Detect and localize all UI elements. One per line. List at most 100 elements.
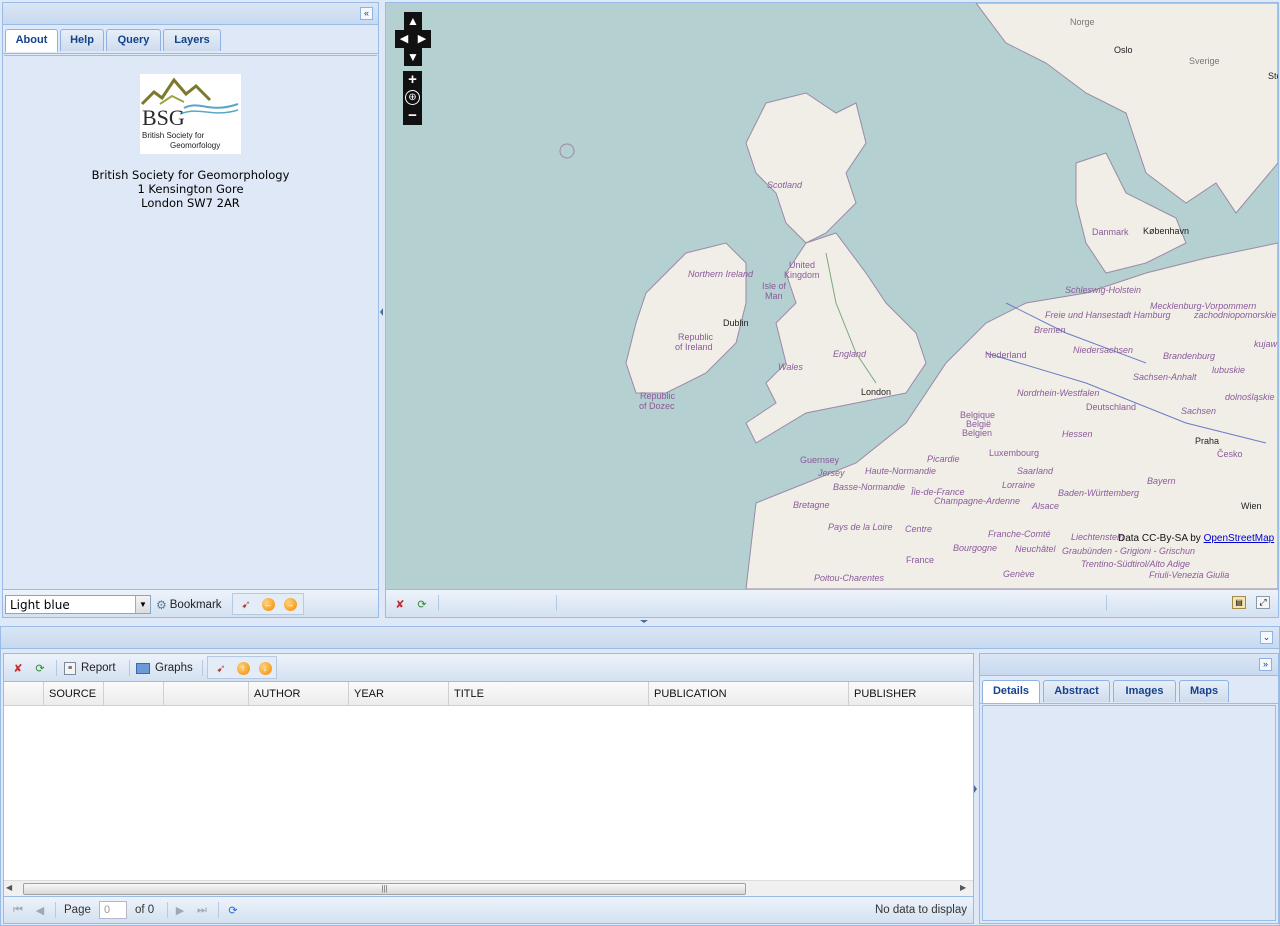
toolbar-separator: [202, 660, 203, 676]
map-label-picardie: Picardie: [927, 454, 960, 464]
tab-maps[interactable]: Maps: [1179, 680, 1229, 702]
toolbar-separator: [167, 902, 168, 918]
clear-results-icon[interactable]: ✘: [10, 660, 26, 676]
tab-query[interactable]: Query: [106, 29, 161, 51]
move-down-button[interactable]: ↓: [257, 660, 273, 676]
refresh-map-icon[interactable]: ⟳: [414, 596, 430, 612]
collapse-south-button[interactable]: ⌄: [1260, 631, 1273, 644]
page-total: of 0: [135, 904, 155, 916]
graphs-label: Graphs: [155, 662, 193, 674]
grid-body: [4, 706, 973, 880]
org-city: London SW7 2AR: [141, 196, 240, 210]
chevron-down-icon[interactable]: ▼: [135, 596, 150, 613]
tab-images[interactable]: Images: [1113, 680, 1176, 702]
next-extent-button[interactable]: →: [282, 596, 298, 612]
map-viewport[interactable]: Norge Oslo Sverige Sto Scotland United K…: [386, 3, 1278, 589]
pan-right-button[interactable]: ▶: [413, 30, 431, 48]
map-label-sverige: Sverige: [1189, 56, 1220, 66]
toolbar-separator: [56, 660, 57, 676]
rocket-icon[interactable]: ➹: [213, 660, 229, 676]
zoom-world-button[interactable]: ⊕: [405, 90, 420, 105]
toolbar-separator: [218, 902, 219, 918]
zoom-in-button[interactable]: +: [403, 71, 422, 89]
tab-layers[interactable]: Layers: [163, 29, 221, 51]
map-label-belgien: Belgien: [962, 428, 993, 438]
col-header-publisher[interactable]: PUBLISHER: [849, 682, 973, 706]
col-header-publication[interactable]: PUBLICATION: [649, 682, 849, 706]
detail-tabstrip: Details Abstract Images Maps: [980, 680, 1278, 704]
map-label-sachsen-anhalt: Sachsen-Anhalt: [1133, 372, 1197, 382]
detail-splitter[interactable]: [974, 777, 978, 801]
toolbar-separator: [556, 595, 557, 611]
graphs-icon: [136, 662, 150, 674]
move-up-button[interactable]: ↑: [235, 660, 251, 676]
west-splitter[interactable]: [380, 300, 384, 324]
scroll-thumb[interactable]: |||: [23, 883, 746, 895]
map-label-kujaw: kujaw: [1254, 339, 1278, 349]
map-label-norge: Norge: [1070, 17, 1095, 27]
logo-line1: British Society for: [142, 131, 205, 140]
map-label-hessen: Hessen: [1062, 429, 1093, 439]
arrow-right-icon: →: [283, 597, 297, 611]
style-select[interactable]: Light blue ▼: [5, 595, 151, 614]
results-grid-panel: ✘ ⟳ ≡ Report Graphs ➹ ↑ ↓ SOURCE AUTHOR …: [3, 653, 974, 924]
map-label-kingdom: Kingdom: [784, 270, 820, 280]
prev-extent-button[interactable]: ←: [260, 596, 276, 612]
col-header-blank-2[interactable]: [164, 682, 249, 706]
col-header-source[interactable]: SOURCE: [44, 682, 104, 706]
arrow-down-icon: ↓: [258, 661, 272, 675]
col-header-title[interactable]: TITLE: [449, 682, 649, 706]
zoom-out-button[interactable]: −: [403, 107, 422, 125]
tab-about[interactable]: About: [5, 29, 58, 52]
scroll-left-icon[interactable]: ◀: [6, 883, 12, 892]
map-label-lubuskie: lubuskie: [1212, 365, 1246, 375]
collapse-west-button[interactable]: «: [360, 7, 373, 20]
rocket-icon[interactable]: ➹: [238, 596, 254, 612]
clear-selection-icon[interactable]: ✘: [392, 596, 408, 612]
refresh-results-icon[interactable]: ⟳: [32, 660, 48, 676]
report-icon: ≡: [64, 661, 76, 675]
page-input[interactable]: 0: [99, 901, 127, 919]
col-header-year[interactable]: YEAR: [349, 682, 449, 706]
south-splitter[interactable]: [632, 619, 656, 624]
refresh-page-icon[interactable]: ⟳: [225, 902, 241, 918]
map-label-basse-normandie: Basse-Normandie: [833, 482, 906, 492]
west-panel: « About Help Query Layers BSG British So…: [2, 2, 379, 618]
next-page-icon[interactable]: ▶: [172, 902, 188, 918]
col-header-blank-1[interactable]: [104, 682, 164, 706]
map-attribution: Data CC-By-SA by OpenStreetMap: [1118, 533, 1274, 544]
last-page-icon[interactable]: ⏭: [194, 902, 210, 918]
map-label-bourgogne: Bourgogne: [953, 543, 998, 553]
fullscreen-icon[interactable]: ⤢: [1256, 596, 1270, 609]
map-legend-icon[interactable]: ▤: [1232, 596, 1246, 609]
pan-down-button[interactable]: ▼: [404, 48, 422, 66]
col-header-author[interactable]: AUTHOR: [249, 682, 349, 706]
first-page-icon[interactable]: ⏮: [10, 902, 26, 918]
pan-left-button[interactable]: ◀: [395, 30, 413, 48]
grid-hscrollbar[interactable]: ◀ ||| ▶: [4, 880, 973, 896]
tab-details[interactable]: Details: [982, 680, 1040, 703]
bookmark-button[interactable]: ⚙ Bookmark: [156, 596, 222, 614]
bookmark-icon: ⚙: [156, 598, 167, 612]
logo-abbr: BSG: [142, 105, 185, 130]
map-label-praha: Praha: [1195, 436, 1220, 446]
map-label-baden: Baden-Württemberg: [1058, 488, 1140, 498]
tab-abstract[interactable]: Abstract: [1043, 680, 1110, 702]
map-label-wales: Wales: [778, 362, 803, 372]
pan-up-button[interactable]: ▲: [404, 12, 422, 30]
map-label-alsace: Alsace: [1032, 501, 1060, 511]
map-label-sto: Sto: [1268, 71, 1278, 81]
collapse-detail-button[interactable]: »: [1259, 658, 1272, 671]
report-button[interactable]: ≡ Report: [64, 660, 116, 676]
map-label-danmark: Danmark: [1092, 227, 1129, 237]
prev-page-icon[interactable]: ◀: [32, 902, 48, 918]
bookmark-label: Bookmark: [169, 599, 222, 611]
west-bottom-toolbar: Light blue ▼ ⚙ Bookmark ➹ ← →: [3, 589, 378, 617]
map-label-dolnoslaskie: dolnośląskie: [1225, 392, 1275, 402]
openstreetmap-link[interactable]: OpenStreetMap: [1204, 533, 1275, 544]
scroll-right-icon[interactable]: ▶: [960, 883, 966, 892]
col-header-checkbox[interactable]: [4, 682, 44, 706]
graphs-button[interactable]: Graphs: [136, 660, 193, 676]
map-label-trentino: Trentino-Südtirol/Alto Adige: [1081, 559, 1191, 569]
tab-help[interactable]: Help: [60, 29, 104, 51]
